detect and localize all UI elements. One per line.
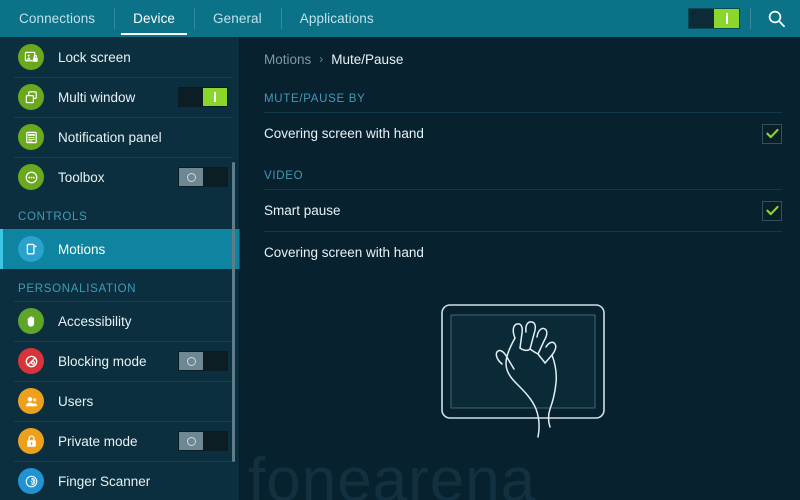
blocking-mode-toggle[interactable]	[178, 351, 228, 371]
sidebar-item-accessibility[interactable]: Accessibility	[0, 301, 240, 341]
sidebar-item-label: Lock screen	[58, 49, 131, 65]
sidebar-item-label: Finger Scanner	[58, 473, 151, 489]
tab-connections[interactable]: Connections	[0, 0, 114, 37]
content-split: Lock screen Multi window Notification pa…	[0, 37, 800, 500]
tab-applications[interactable]: Applications	[280, 0, 393, 37]
detail-panel: fonearena Motions › Mute/Pause MUTE/PAUS…	[240, 37, 800, 500]
sidebar-item-label: Notification panel	[58, 129, 162, 145]
motions-icon	[18, 236, 44, 262]
sidebar-item-blocking-mode[interactable]: Blocking mode	[0, 341, 240, 381]
section-header-mute-pause-by: MUTE/PAUSE BY	[264, 93, 366, 105]
multi-window-icon	[18, 84, 44, 110]
sidebar-item-label: Motions	[58, 241, 106, 257]
covering-screen-with-hand-illustration	[441, 304, 605, 438]
blocking-mode-icon	[18, 348, 44, 374]
notification-panel-icon	[18, 124, 44, 150]
check-icon	[765, 205, 779, 216]
smart-pause-checkbox[interactable]	[762, 200, 782, 221]
sidebar-item-toolbox[interactable]: Toolbox	[0, 157, 240, 197]
top-tab-bar: Connections Device General Applications	[0, 0, 800, 37]
toggle-on-track	[203, 352, 227, 370]
sidebar-group-personalisation: PERSONALISATION	[18, 283, 137, 295]
toolbox-icon	[18, 164, 44, 190]
sidebar-item-private-mode[interactable]: Private mode	[0, 421, 240, 461]
sidebar-item-label: Blocking mode	[58, 353, 147, 369]
private-mode-toggle[interactable]	[178, 431, 228, 451]
breadcrumb-parent[interactable]: Motions	[264, 52, 311, 67]
sidebar-scrollbar[interactable]	[232, 162, 235, 462]
breadcrumb-current: Mute/Pause	[331, 51, 404, 67]
setting-row-covering-screen-with-hand[interactable]: Covering screen with hand	[264, 113, 782, 154]
chevron-right-icon: ›	[319, 52, 324, 66]
illustration-container	[264, 301, 782, 451]
breadcrumb: Motions › Mute/Pause	[264, 37, 782, 77]
search-icon	[768, 10, 785, 28]
master-toggle-off-track	[689, 9, 714, 28]
setting-label: Covering screen with hand	[264, 245, 424, 260]
sidebar-item-label: Toolbox	[58, 169, 105, 185]
private-mode-lock-icon	[18, 428, 44, 454]
sidebar-item-lock-screen[interactable]: Lock screen	[0, 37, 240, 77]
sidebar-item-label: Private mode	[58, 433, 138, 449]
tab-connections-label: Connections	[19, 11, 96, 26]
sidebar-item-label: Multi window	[58, 89, 136, 105]
sidebar-item-users[interactable]: Users	[0, 381, 240, 421]
sidebar-item-motions[interactable]: Motions	[0, 229, 240, 269]
setting-label: Smart pause	[264, 203, 341, 218]
sidebar-item-label: Users	[58, 393, 94, 409]
tab-general[interactable]: General	[194, 0, 281, 37]
setting-row-video-covering-screen-with-hand[interactable]: Covering screen with hand	[264, 232, 782, 273]
multi-window-toggle[interactable]	[178, 87, 228, 107]
toggle-off-knob	[179, 168, 203, 186]
toolbox-toggle[interactable]	[178, 167, 228, 187]
detail-content: Motions › Mute/Pause MUTE/PAUSE BY Cover…	[240, 37, 800, 451]
master-toggle-on-knob	[714, 9, 739, 28]
sidebar-item-finger-scanner[interactable]: Finger Scanner	[0, 461, 240, 500]
tab-applications-label: Applications	[299, 11, 374, 26]
settings-sidebar: Lock screen Multi window Notification pa…	[0, 37, 240, 500]
sidebar-item-notification-panel[interactable]: Notification panel	[0, 117, 240, 157]
users-icon	[18, 388, 44, 414]
settings-window: Connections Device General Applications	[0, 0, 800, 500]
toggle-off-knob	[179, 352, 203, 370]
sidebar-scroll-area[interactable]: Lock screen Multi window Notification pa…	[0, 37, 240, 500]
finger-scanner-icon	[18, 468, 44, 494]
tab-device[interactable]: Device	[114, 0, 194, 37]
toggle-on-track	[203, 168, 227, 186]
top-bar-actions	[688, 0, 800, 37]
lock-screen-icon	[18, 44, 44, 70]
toggle-on-knob	[203, 88, 227, 106]
sidebar-item-multi-window[interactable]: Multi window	[0, 77, 240, 117]
search-button[interactable]	[762, 5, 790, 33]
sidebar-item-label: Accessibility	[58, 313, 132, 329]
section-header-video: VIDEO	[264, 170, 304, 182]
accessibility-hand-icon	[18, 308, 44, 334]
watermark: fonearena	[248, 446, 537, 500]
toggle-on-track	[203, 432, 227, 450]
covering-screen-with-hand-checkbox[interactable]	[762, 123, 782, 144]
check-icon	[765, 128, 779, 139]
setting-row-smart-pause[interactable]: Smart pause	[264, 190, 782, 231]
toggle-off-track	[179, 88, 203, 106]
divider	[750, 8, 751, 29]
tab-device-label: Device	[133, 11, 176, 26]
toggle-off-knob	[179, 432, 203, 450]
sidebar-group-controls: CONTROLS	[18, 211, 88, 223]
master-toggle[interactable]	[688, 8, 740, 29]
tab-general-label: General	[213, 11, 262, 26]
tab-list: Connections Device General Applications	[0, 0, 688, 37]
setting-label: Covering screen with hand	[264, 126, 424, 141]
